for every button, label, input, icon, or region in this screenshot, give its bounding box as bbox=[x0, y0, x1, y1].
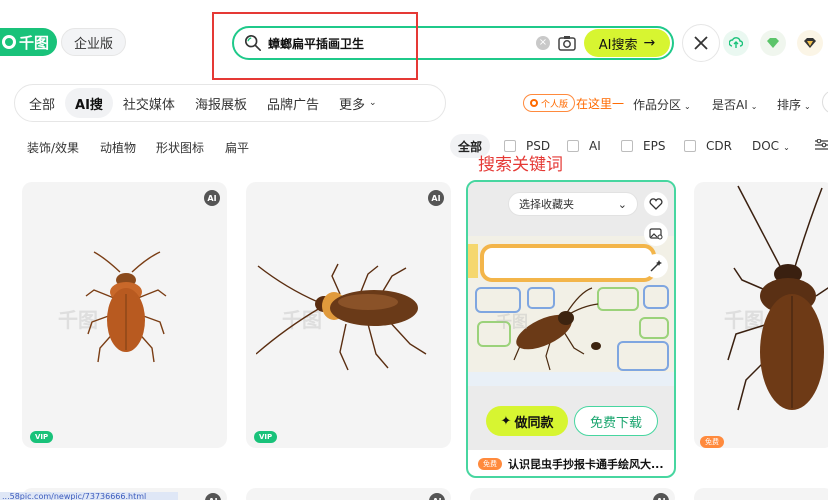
ai-badge: AI bbox=[204, 190, 220, 206]
chevron-down-icon: ⌄ bbox=[804, 102, 811, 111]
personal-edition-badge[interactable]: 个人版 bbox=[523, 94, 576, 112]
filter-area[interactable]: 作品分区 ⌄ bbox=[633, 96, 691, 113]
personal-badge-label: 个人版 bbox=[541, 99, 569, 110]
filter-is-ai[interactable]: 是否AI ⌄ bbox=[712, 96, 757, 113]
make-same-button[interactable]: ✦ 做同款 bbox=[486, 406, 568, 436]
sub-tag-flat[interactable]: 扁平 bbox=[225, 139, 249, 156]
category-all[interactable]: 全部 bbox=[19, 88, 65, 118]
here-link[interactable]: 在这里一 bbox=[576, 95, 624, 112]
free-download-button[interactable]: 免费下载 bbox=[574, 406, 658, 436]
free-badge: 免费 bbox=[700, 436, 724, 448]
badge-dot-icon bbox=[530, 99, 538, 107]
format-doc[interactable]: DOC ⌄ bbox=[752, 139, 790, 153]
format-cdr[interactable]: CDR bbox=[684, 139, 732, 153]
arrow-right-icon: → bbox=[643, 35, 656, 51]
ai-search-button[interactable]: AI搜索 → bbox=[584, 29, 670, 57]
category-brand-ad[interactable]: 品牌广告 bbox=[257, 88, 329, 118]
format-label: EPS bbox=[643, 139, 666, 153]
card-title[interactable]: 认识昆虫手抄报卡通手绘风大... bbox=[508, 456, 664, 472]
ai-edit-button[interactable] bbox=[644, 254, 668, 278]
sub-tag-animals[interactable]: 动植物 bbox=[100, 139, 136, 156]
category-poster[interactable]: 海报展板 bbox=[185, 88, 257, 118]
close-button[interactable] bbox=[682, 24, 720, 62]
collection-select-label: 选择收藏夹 bbox=[519, 198, 574, 211]
category-more-label: 更多 bbox=[338, 97, 365, 113]
close-icon bbox=[694, 36, 708, 50]
cockroach-image bbox=[85, 251, 167, 363]
cockroach-image bbox=[727, 185, 828, 411]
sub-tag-decoration[interactable]: 装饰/效果 bbox=[27, 139, 79, 156]
result-card[interactable]: 千图 免费 bbox=[694, 182, 828, 448]
format-label: AI bbox=[589, 139, 601, 153]
chevron-down-icon: ⌄ bbox=[783, 143, 790, 152]
chevron-down-icon: ⌄ bbox=[368, 98, 377, 108]
collection-select[interactable]: 选择收藏夹 ⌄ bbox=[508, 192, 638, 216]
checkbox[interactable] bbox=[567, 140, 579, 152]
annotation-label: 搜索关键词 bbox=[478, 155, 563, 175]
format-eps[interactable]: EPS bbox=[621, 139, 665, 153]
logo-mark-icon bbox=[2, 35, 16, 49]
filter-is-ai-label: 是否AI bbox=[712, 98, 748, 112]
favorite-button[interactable] bbox=[644, 192, 668, 216]
filter-settings-icon[interactable] bbox=[815, 139, 828, 151]
logo[interactable]: 千图 bbox=[0, 28, 58, 56]
category-nav: 全部 AI搜 社交媒体 海报展板 品牌广告 更多 ⌄ bbox=[14, 84, 446, 122]
logo-group[interactable]: 千图 企业版 bbox=[0, 28, 127, 56]
result-card[interactable]: 千图 AI VIP bbox=[246, 182, 451, 448]
diamond-gold-icon[interactable] bbox=[797, 30, 823, 56]
checkbox[interactable] bbox=[684, 140, 696, 152]
search-box[interactable]: 蟑螂扁平插画卫生 × AI搜索 → bbox=[232, 26, 674, 60]
heart-icon bbox=[649, 198, 663, 210]
clear-icon[interactable]: × bbox=[536, 36, 550, 50]
image-search-button[interactable] bbox=[644, 222, 668, 246]
upload-icon[interactable] bbox=[723, 30, 749, 56]
magic-wand-icon bbox=[650, 260, 662, 272]
free-badge: 免费 bbox=[478, 458, 502, 470]
cockroach-image bbox=[256, 263, 427, 371]
card-title-row: 免费 认识昆虫手抄报卡通手绘风大... bbox=[478, 456, 670, 472]
status-url: ...58pic.com/newpic/73736666.html bbox=[0, 492, 178, 500]
watermark: 千图 bbox=[496, 312, 529, 331]
edition-label[interactable]: 企业版 bbox=[61, 28, 127, 56]
image-search-icon bbox=[649, 228, 663, 240]
camera-search-icon[interactable] bbox=[558, 35, 576, 51]
result-card[interactable] bbox=[470, 488, 675, 500]
checkbox[interactable] bbox=[621, 140, 633, 152]
result-card[interactable] bbox=[246, 488, 451, 500]
ai-badge: AI bbox=[428, 190, 444, 206]
format-label: CDR bbox=[706, 139, 732, 153]
format-ai[interactable]: AI bbox=[567, 139, 601, 153]
diamond-green-icon[interactable] bbox=[760, 30, 786, 56]
category-ai-search[interactable]: AI搜 bbox=[65, 88, 113, 118]
filter-sort[interactable]: 排序 ⌄ bbox=[777, 96, 811, 113]
filter-sort-label: 排序 bbox=[777, 98, 802, 112]
highlighted-result-card[interactable]: 千图 选择收藏夹 ⌄ ✦ 做同款 免费下载 免费 认识昆虫手抄报卡通手绘风大..… bbox=[466, 180, 676, 478]
logo-text: 千图 bbox=[19, 33, 50, 52]
result-card[interactable]: 千图 AI VIP bbox=[22, 182, 227, 448]
page: 千图 企业版 蟑螂扁平插画卫生 × AI搜索 → 全部 AI搜 社交媒体 海报展… bbox=[0, 0, 828, 500]
ai-search-label: AI搜索 bbox=[598, 37, 638, 53]
sparkle-icon: ✦ bbox=[500, 413, 512, 429]
category-more[interactable]: 更多 ⌄ bbox=[329, 88, 387, 118]
make-same-label: 做同款 bbox=[514, 415, 554, 431]
chevron-down-icon: ⌄ bbox=[684, 102, 691, 111]
filter-area-label: 作品分区 bbox=[633, 98, 682, 112]
result-card[interactable] bbox=[694, 488, 828, 500]
chevron-down-icon: ⌄ bbox=[617, 197, 627, 211]
sort-toggle-edge[interactable] bbox=[822, 90, 828, 114]
chevron-down-icon: ⌄ bbox=[750, 102, 758, 111]
vip-badge: VIP bbox=[30, 431, 54, 443]
format-doc-label: DOC bbox=[752, 139, 780, 153]
sub-tag-shape-icons[interactable]: 形状图标 bbox=[156, 139, 204, 156]
vip-badge: VIP bbox=[254, 431, 278, 443]
category-social-media[interactable]: 社交媒体 bbox=[113, 88, 185, 118]
search-icon bbox=[244, 34, 262, 52]
search-input[interactable]: 蟑螂扁平插画卫生 bbox=[268, 35, 536, 52]
